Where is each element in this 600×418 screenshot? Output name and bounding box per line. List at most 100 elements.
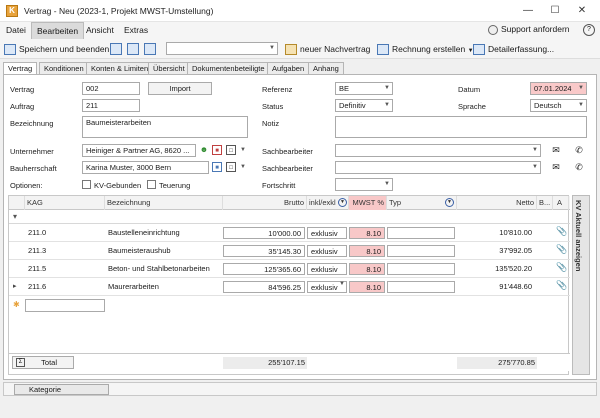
col-kag-header[interactable]: KAG bbox=[25, 196, 105, 210]
typ-cell[interactable] bbox=[387, 263, 455, 275]
chevron-down-icon: ▼ bbox=[384, 85, 390, 91]
brutto-cell[interactable]: 125'365.60 bbox=[223, 263, 305, 275]
mail-icon[interactable]: ✉ bbox=[551, 162, 561, 172]
new-row-kag-input[interactable] bbox=[25, 299, 105, 312]
mail-icon[interactable]: ✉ bbox=[551, 145, 561, 155]
vertrag-field[interactable]: 002 bbox=[82, 82, 140, 95]
toolbar-select[interactable]: ▼ bbox=[166, 42, 278, 55]
brutto-cell[interactable]: 84'596.25 bbox=[223, 281, 305, 293]
save-close-button[interactable]: Speichern und beenden bbox=[4, 41, 109, 57]
sachbearbeiter1-select[interactable]: ▼ bbox=[335, 144, 541, 157]
total-button[interactable]: Σ Total bbox=[12, 356, 74, 369]
help-icon[interactable]: ? bbox=[583, 24, 595, 36]
col-mwst-header[interactable]: MWST % bbox=[349, 196, 387, 210]
col-brutto-header[interactable]: Brutto bbox=[223, 196, 307, 210]
notiz-field[interactable] bbox=[335, 116, 587, 138]
print-icon[interactable] bbox=[127, 43, 139, 55]
toolbar: Speichern und beenden ▼ neuer Nachvertra… bbox=[0, 39, 600, 59]
new-addendum-button[interactable]: neuer Nachvertrag bbox=[285, 41, 370, 57]
owner-dropdown-chevron-icon[interactable]: ▼ bbox=[238, 162, 248, 172]
table-row[interactable]: ▸ 211.6 Maurerarbeiten 84'596.25 exklusiv 8.1… bbox=[9, 278, 570, 296]
datum-picker[interactable]: 07.01.2024 ▼ bbox=[530, 82, 587, 95]
mwst-cell[interactable]: 8.10 bbox=[349, 227, 385, 239]
tab-aufgaben[interactable]: Aufgaben bbox=[267, 62, 310, 74]
referenz-label: Referenz bbox=[262, 85, 293, 94]
col-netto-header[interactable]: Netto bbox=[457, 196, 537, 210]
maximize-button[interactable]: ☐ bbox=[543, 4, 567, 18]
status-select[interactable]: Definitiv ▼ bbox=[335, 99, 393, 112]
sprache-select[interactable]: Deutsch ▼ bbox=[530, 99, 587, 112]
menu-ansicht[interactable]: Ansicht bbox=[81, 22, 119, 39]
kv-aktuell-sidebar[interactable]: KV Aktuell anzeigen bbox=[572, 195, 590, 375]
detail-entry-button[interactable]: Detailerfassung... bbox=[473, 41, 554, 57]
create-invoice-button[interactable]: Rechnung erstellen ▼ bbox=[377, 41, 474, 57]
fortschritt-select[interactable]: ▼ bbox=[335, 178, 393, 191]
typ-cell[interactable] bbox=[387, 281, 455, 293]
table-row[interactable]: 211.0 Baustelleneinrichtung 10'000.00 exklu… bbox=[9, 224, 570, 242]
close-button[interactable]: ✕ bbox=[570, 4, 594, 18]
save-icon[interactable] bbox=[110, 43, 122, 55]
tab-anhang[interactable]: Anhang bbox=[308, 62, 344, 74]
bauherrschaft-label: Bauherrschaft bbox=[10, 164, 57, 173]
table-row[interactable]: 211.5 Beton- und Stahlbetonarbeiten 125'36… bbox=[9, 260, 570, 278]
address-card-icon[interactable]: ■ bbox=[212, 145, 222, 155]
col-a-header[interactable]: A bbox=[553, 196, 569, 210]
attachment-icon[interactable]: 📎 bbox=[556, 244, 567, 255]
inkl-cell[interactable]: exklusiv bbox=[307, 227, 347, 239]
owner-card-icon[interactable]: ■ bbox=[212, 162, 222, 172]
import-button[interactable]: Import bbox=[148, 82, 212, 95]
inkl-cell[interactable]: exklusiv bbox=[307, 245, 347, 257]
person-icon[interactable]: ☻ bbox=[199, 145, 209, 155]
phone-icon[interactable]: ✆ bbox=[574, 162, 584, 172]
total-brutto: 255'107.15 bbox=[223, 357, 307, 369]
chevron-down-icon: ▼ bbox=[578, 102, 584, 108]
owner-book-icon[interactable]: □ bbox=[226, 162, 236, 172]
col-bezeichnung-header[interactable]: Bezeichnung bbox=[105, 196, 223, 210]
tab-dokumentenbeteiligte[interactable]: Dokumentenbeteiligte bbox=[187, 62, 270, 74]
col-typ-header[interactable]: Typ ▼ bbox=[387, 196, 457, 210]
menu-extras[interactable]: Extras bbox=[119, 22, 153, 39]
invoice-icon bbox=[377, 44, 389, 56]
contact-book-icon[interactable]: □ bbox=[226, 145, 236, 155]
create-invoice-label: Rechnung erstellen bbox=[392, 44, 466, 54]
chevron-down-icon[interactable]: ▼ bbox=[339, 281, 345, 287]
unternehmer-field[interactable]: Heiniger & Partner AG, 8620 ... bbox=[82, 144, 196, 157]
title-bar: K Vertrag - Neu (2023-1, Projekt MWST-Um… bbox=[0, 0, 600, 22]
grid-header: KAG Bezeichnung Brutto inkl/exkl ▼ MWST %… bbox=[9, 196, 570, 210]
typ-cell[interactable] bbox=[387, 245, 455, 257]
kv-aktuell-label: KV Aktuell anzeigen bbox=[574, 200, 583, 272]
bauherrschaft-field[interactable]: Karina Muster, 3000 Bern bbox=[82, 161, 209, 174]
col-inkl-header[interactable]: inkl/exkl ▼ bbox=[307, 196, 349, 210]
mwst-cell[interactable]: 8.10 bbox=[349, 281, 385, 293]
menu-datei[interactable]: Datei bbox=[1, 22, 31, 39]
mwst-cell[interactable]: 8.10 bbox=[349, 245, 385, 257]
menu-bearbeiten[interactable]: Bearbeiten bbox=[31, 22, 85, 39]
bezeichnung-field[interactable]: Baumeisterarbeiten bbox=[82, 116, 248, 138]
typ-cell[interactable] bbox=[387, 227, 455, 239]
auftrag-field[interactable]: 211 bbox=[82, 99, 140, 112]
kv-gebunden-checkbox[interactable] bbox=[82, 180, 91, 189]
sachbearbeiter2-select[interactable]: ▼ bbox=[335, 161, 541, 174]
inkl-cell[interactable]: exklusiv bbox=[307, 263, 347, 275]
support-link[interactable]: Support anfordern bbox=[488, 24, 570, 35]
new-row[interactable]: ✱ bbox=[9, 298, 570, 313]
filter-row[interactable]: ▾ bbox=[9, 210, 570, 224]
print-preview-icon[interactable] bbox=[144, 43, 156, 55]
mwst-cell[interactable]: 8.10 bbox=[349, 263, 385, 275]
tab-uebersicht[interactable]: Übersicht bbox=[148, 62, 190, 74]
attachment-icon[interactable]: 📎 bbox=[556, 226, 567, 237]
brutto-cell[interactable]: 10'000.00 bbox=[223, 227, 305, 239]
table-row[interactable]: 211.3 Baumeisteraushub 35'145.30 exklusiv 8.… bbox=[9, 242, 570, 260]
col-b-header[interactable]: B... bbox=[537, 196, 553, 210]
tab-konditionen[interactable]: Konditionen bbox=[39, 62, 89, 74]
minimize-button[interactable]: — bbox=[516, 4, 540, 18]
teuerung-checkbox[interactable] bbox=[147, 180, 156, 189]
kategorie-button[interactable]: Kategorie bbox=[14, 384, 109, 395]
attachment-icon[interactable]: 📎 bbox=[556, 262, 567, 273]
referenz-select[interactable]: BE ▼ bbox=[335, 82, 393, 95]
brutto-cell[interactable]: 35'145.30 bbox=[223, 245, 305, 257]
attachment-icon[interactable]: 📎 bbox=[556, 280, 567, 291]
phone-icon[interactable]: ✆ bbox=[574, 145, 584, 155]
contact-dropdown-chevron-icon[interactable]: ▼ bbox=[238, 145, 248, 155]
tab-konten-limiten[interactable]: Konten & Limiten bbox=[86, 62, 154, 74]
